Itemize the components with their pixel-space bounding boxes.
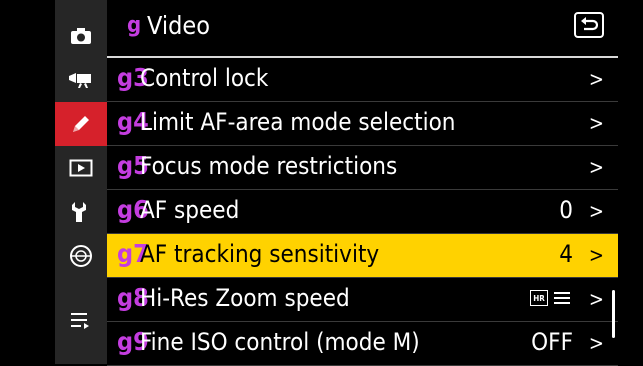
row-label: Limit AF-area mode selection (140, 108, 456, 136)
menu-row-hi-res-zoom-speed[interactable]: g8 Hi-Res Zoom speed HR > (107, 278, 618, 322)
row-value: 0 (559, 196, 573, 224)
speed-bars-icon (554, 292, 570, 304)
chevron-right-icon: > (588, 67, 604, 91)
menu-row-fine-iso-control[interactable]: g9 Fine ISO control (mode M) OFF > (107, 322, 618, 366)
row-label: Hi-Res Zoom speed (140, 284, 350, 312)
menu-title: Video (147, 11, 210, 40)
camera-icon (71, 28, 91, 44)
chevron-right-icon: > (588, 155, 604, 179)
pencil-icon (73, 116, 89, 132)
row-value: 4 (559, 240, 573, 268)
tab-setup[interactable] (55, 190, 107, 234)
menu-letter: g (127, 13, 142, 38)
chevron-right-icon: > (588, 287, 604, 311)
row-value: OFF (531, 328, 573, 356)
chevron-right-icon: > (588, 111, 604, 135)
tab-my-menu[interactable] (55, 298, 107, 342)
row-label: AF speed (140, 196, 240, 224)
wrench-icon (72, 202, 86, 222)
tab-video-recording[interactable] (55, 58, 107, 102)
scrollbar[interactable] (612, 290, 615, 338)
menu-row-focus-mode-restrictions[interactable]: g5 Focus mode restrictions > (107, 146, 618, 190)
chevron-right-icon: > (588, 331, 604, 355)
chevron-right-icon: > (588, 243, 604, 267)
playback-icon (69, 159, 93, 177)
menu-row-control-lock[interactable]: g3 Control lock > (107, 58, 618, 102)
tab-photo-shooting[interactable] (55, 14, 107, 58)
camera-menu-screen: g Video g3 Control lock > g4 Limit AF-ar… (55, 0, 618, 366)
tab-network[interactable] (55, 234, 107, 278)
return-icon (581, 17, 598, 31)
my-menu-icon (71, 313, 89, 329)
menu-list: g3 Control lock > g4 Limit AF-area mode … (107, 58, 618, 366)
menu-header: g Video (107, 0, 618, 56)
row-label: Fine ISO control (mode M) (140, 328, 420, 356)
row-label: Control lock (140, 64, 269, 92)
row-label: AF tracking sensitivity (140, 240, 380, 268)
network-icon (70, 245, 92, 267)
back-button[interactable] (574, 12, 604, 38)
tab-custom-settings[interactable] (55, 102, 107, 146)
hr-badge: HR (530, 290, 548, 306)
chevron-right-icon: > (588, 199, 604, 223)
hi-res-zoom-speed-icon: HR (530, 290, 570, 306)
movie-camera-icon (69, 73, 91, 88)
menu-row-af-tracking-sensitivity[interactable]: g7 AF tracking sensitivity 4 > (107, 234, 618, 278)
tab-playback[interactable] (55, 146, 107, 190)
menu-row-af-speed[interactable]: g6 AF speed 0 > (107, 190, 618, 234)
menu-row-limit-af-area[interactable]: g4 Limit AF-area mode selection > (107, 102, 618, 146)
menu-tab-sidebar (55, 0, 107, 364)
row-label: Focus mode restrictions (140, 152, 398, 180)
